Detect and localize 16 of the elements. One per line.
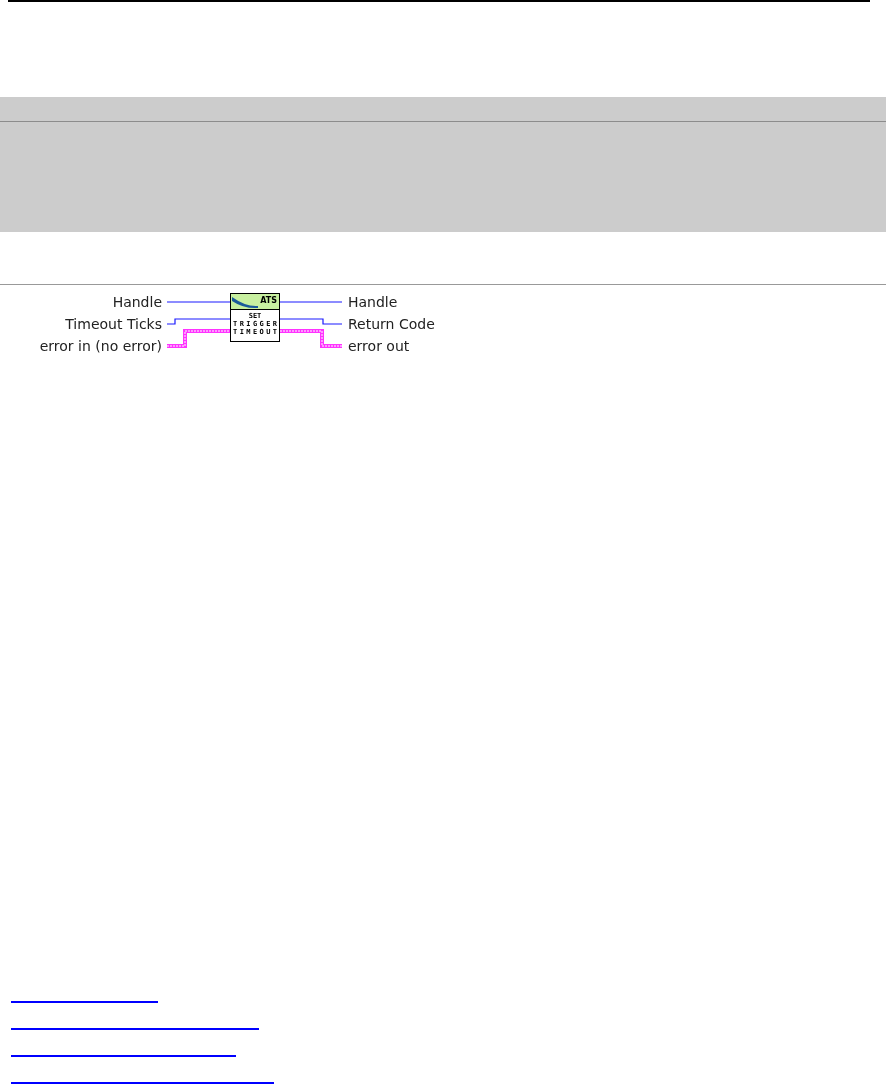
terminal-label: Timeout Ticks <box>65 316 162 332</box>
wire <box>279 318 343 325</box>
terminal-label: Return Code <box>348 316 435 332</box>
terminal-label: Handle <box>348 294 398 310</box>
error-wire <box>166 329 231 348</box>
wire <box>279 301 343 303</box>
link-underline[interactable] <box>11 1001 158 1003</box>
link-underline[interactable] <box>11 1055 236 1057</box>
link-underline[interactable] <box>11 1028 259 1030</box>
terminal-label: error out <box>348 338 410 354</box>
wire <box>166 301 231 303</box>
error-wire <box>279 329 343 348</box>
link-underline[interactable] <box>11 1082 274 1084</box>
terminal-label: Handle <box>112 294 162 310</box>
terminal-label: error in (no error) <box>39 338 162 354</box>
wire <box>166 318 231 325</box>
